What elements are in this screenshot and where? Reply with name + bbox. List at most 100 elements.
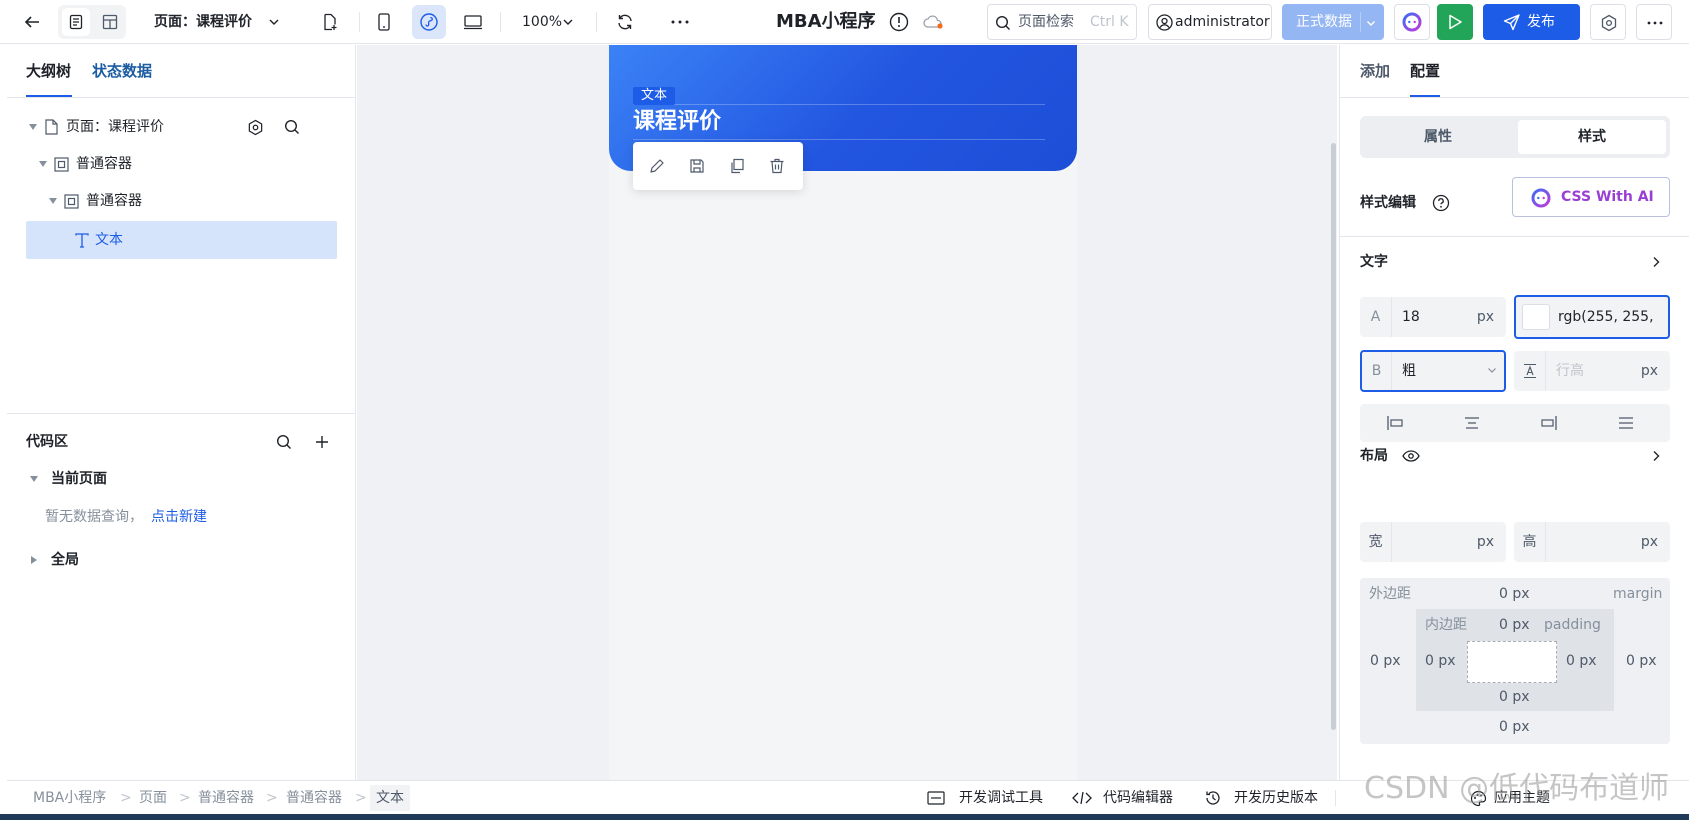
tab-add[interactable]: 添加 <box>1360 45 1390 97</box>
width-field[interactable]: 宽 px <box>1360 522 1506 562</box>
desktop-device-icon[interactable] <box>461 10 485 34</box>
zoom-chevron-icon[interactable] <box>560 14 576 30</box>
tab-state-data[interactable]: 状态数据 <box>92 45 152 97</box>
tree-item-container-1[interactable]: 普通容器 <box>7 145 356 183</box>
selection-outline-bottom <box>633 139 1045 140</box>
more-menu-button[interactable] <box>1636 4 1672 40</box>
align-left-icon[interactable] <box>1385 414 1405 432</box>
tree-item-page[interactable]: 页面：课程评价 <box>7 108 356 146</box>
global-section[interactable]: 全局 <box>51 542 79 578</box>
page-icon <box>43 119 59 135</box>
align-justify-icon[interactable] <box>1616 414 1636 432</box>
margin-en-label: margin <box>1613 586 1663 602</box>
back-arrow-icon[interactable] <box>20 10 44 34</box>
layout-view-icon[interactable] <box>96 8 124 36</box>
search-icon[interactable] <box>283 118 301 136</box>
font-weight-select[interactable]: B 粗 <box>1360 350 1506 392</box>
caret-right-icon[interactable] <box>28 554 40 566</box>
env-label: 正式数据 <box>1296 14 1352 30</box>
env-switch-button[interactable]: 正式数据 <box>1282 4 1384 40</box>
tree-item-container-2[interactable]: 普通容器 <box>7 182 356 220</box>
breadcrumb-page[interactable]: 页面 <box>139 781 167 815</box>
document-view-icon[interactable] <box>62 8 90 36</box>
container-icon <box>53 156 69 172</box>
padding-bottom-value[interactable]: 0 px <box>1499 686 1530 708</box>
tree-item-text-selected[interactable]: 文本 <box>26 221 337 259</box>
tree-label-container-2: 普通容器 <box>86 193 142 209</box>
tab-outline[interactable]: 大纲树 <box>26 45 71 97</box>
text-section-title: 文字 <box>1360 254 1388 270</box>
mobile-device-icon[interactable] <box>372 10 396 34</box>
color-swatch[interactable] <box>1522 304 1550 330</box>
miniprogram-device-icon[interactable] <box>412 5 446 39</box>
font-size-field[interactable]: A 18 px <box>1360 297 1506 337</box>
search-icon[interactable] <box>275 433 293 451</box>
padding-left-value[interactable]: 0 px <box>1425 650 1456 672</box>
segment-style[interactable]: 样式 <box>1518 120 1666 154</box>
hero-heading[interactable]: 课程评价 <box>633 105 721 139</box>
tab-config[interactable]: 配置 <box>1410 45 1440 97</box>
align-right-icon[interactable] <box>1539 414 1559 432</box>
code-editor-button[interactable]: 代码编辑器 <box>1103 781 1173 815</box>
breadcrumb-current[interactable]: 文本 <box>370 785 410 811</box>
breadcrumb-container-2[interactable]: 普通容器 <box>286 781 342 815</box>
create-query-link[interactable]: 点击新建 <box>151 499 207 535</box>
history-button[interactable]: 开发历史版本 <box>1234 781 1318 815</box>
current-page-section[interactable]: 当前页面 <box>51 461 107 497</box>
line-height-unit: px <box>1640 363 1658 379</box>
chevron-down-icon[interactable] <box>266 14 282 30</box>
info-alert-icon[interactable] <box>888 11 910 33</box>
align-center-icon[interactable] <box>1462 414 1482 432</box>
page-search-box[interactable]: 页面检索 Ctrl K <box>987 4 1137 40</box>
canvas-scrollbar[interactable] <box>1331 143 1336 730</box>
cloud-sync-icon[interactable] <box>920 11 946 33</box>
watermark: CSDN @低代码布道师 <box>1364 771 1670 806</box>
padding-top-value[interactable]: 0 px <box>1499 614 1530 636</box>
user-button[interactable]: administrator <box>1148 4 1272 40</box>
refresh-icon[interactable] <box>613 10 637 34</box>
ellipsis-icon <box>1645 13 1665 33</box>
width-unit: px <box>1476 534 1494 550</box>
hexagon-settings-icon[interactable] <box>246 118 264 136</box>
padding-box: 内边距 0 px padding 0 px 0 px 0 px <box>1416 609 1614 711</box>
help-icon[interactable] <box>1432 194 1450 212</box>
segment-properties[interactable]: 属性 <box>1364 120 1512 154</box>
line-height-field[interactable]: 行高 px <box>1514 351 1670 391</box>
chevron-right-icon[interactable] <box>1648 448 1664 464</box>
hexagon-settings-icon <box>1599 13 1619 33</box>
delete-icon[interactable] <box>767 156 787 176</box>
page-selector[interactable]: 页面：课程评价 <box>154 0 252 44</box>
margin-top-value[interactable]: 0 px <box>1499 583 1530 605</box>
bottom-divider <box>1335 790 1336 806</box>
add-icon[interactable] <box>313 433 331 451</box>
settings-button[interactable] <box>1590 4 1626 40</box>
eye-icon[interactable] <box>1401 447 1421 465</box>
ai-assistant-button[interactable] <box>1394 4 1430 40</box>
caret-down-icon[interactable] <box>28 473 40 485</box>
breadcrumb-separator: > <box>355 790 367 806</box>
breadcrumb-container-1[interactable]: 普通容器 <box>198 781 254 815</box>
color-value: rgb(255, 255, <box>1558 309 1654 325</box>
font-size-unit: px <box>1476 309 1494 325</box>
empty-query-text: 暂无数据查询， <box>45 509 143 525</box>
padding-right-value[interactable]: 0 px <box>1566 650 1597 672</box>
css-with-ai-button[interactable]: CSS With AI <box>1512 177 1670 217</box>
devtools-button[interactable]: 开发调试工具 <box>959 781 1043 815</box>
breadcrumb-app[interactable]: MBA小程序 <box>33 781 106 815</box>
copy-icon[interactable] <box>727 156 747 176</box>
font-size-value: 18 <box>1402 309 1420 325</box>
save-icon[interactable] <box>687 156 707 176</box>
publish-button[interactable]: 发布 <box>1483 4 1580 40</box>
height-field[interactable]: 高 px <box>1514 522 1670 562</box>
edit-pencil-icon[interactable] <box>647 156 667 176</box>
font-color-field[interactable]: rgb(255, 255, <box>1514 295 1670 339</box>
margin-left-value[interactable]: 0 px <box>1370 650 1401 672</box>
margin-right-value[interactable]: 0 px <box>1626 650 1657 672</box>
more-icon[interactable] <box>668 10 692 34</box>
margin-bottom-value[interactable]: 0 px <box>1499 716 1530 738</box>
zoom-level[interactable]: 100% <box>522 0 562 44</box>
preview-button[interactable] <box>1437 4 1473 40</box>
new-page-icon[interactable] <box>318 10 342 34</box>
chevron-right-icon[interactable] <box>1648 254 1664 270</box>
tabs-divider <box>7 97 356 98</box>
